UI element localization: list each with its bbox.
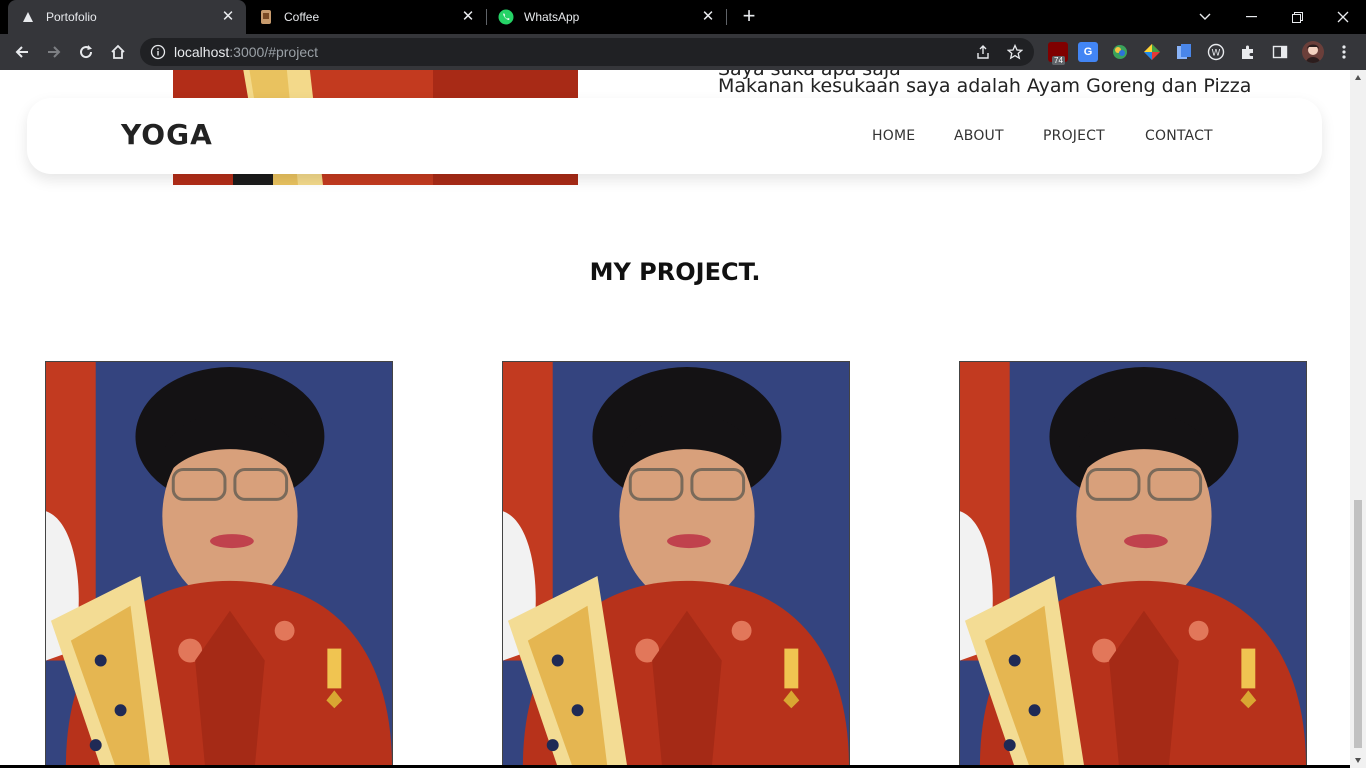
wappalyzer-icon[interactable]: W [1206,42,1226,62]
browser-tab-strip: Portofolio ✕ Coffee ✕ WhatsApp ✕ + [0,0,1366,34]
share-icon[interactable] [974,43,992,61]
kebab-menu-icon[interactable] [1334,42,1354,62]
nav-contact[interactable]: CONTACT [1145,128,1213,144]
tab-title: WhatsApp [524,10,580,24]
close-tab-icon[interactable]: ✕ [220,9,236,25]
restore-button[interactable] [1274,0,1320,34]
back-button[interactable] [8,38,36,66]
close-tab-icon[interactable]: ✕ [700,9,716,25]
tab-portofolio[interactable]: Portofolio ✕ [8,0,246,34]
sidebar-icon[interactable] [1270,42,1290,62]
browser-toolbar: localhost:3000/#project 74 G W [0,34,1366,70]
docs-icon[interactable] [1174,42,1194,62]
portrait-photo [46,362,392,767]
close-window-button[interactable] [1320,0,1366,34]
tab-whatsapp[interactable]: WhatsApp ✕ [486,0,726,34]
arrow-right-icon [48,46,61,58]
close-tab-icon[interactable]: ✕ [460,9,476,25]
page-scrollbar[interactable] [1350,70,1366,768]
tab-title: Portofolio [46,10,97,24]
whatsapp-icon [498,9,514,25]
google-translate-icon[interactable]: G [1078,42,1098,62]
arrow-left-icon [15,46,28,58]
home-icon [111,44,125,59]
forward-button[interactable] [40,38,68,66]
project-image[interactable] [45,361,393,768]
home-button[interactable] [104,38,132,66]
page-viewport: Saya suka apa saja Makanan kesukaan saya… [0,70,1366,768]
coffee-icon [258,9,274,25]
colorzilla-icon[interactable] [1142,42,1162,62]
tab-coffee[interactable]: Coffee ✕ [246,0,486,34]
nav-home[interactable]: HOME [872,128,915,144]
tab-divider [726,9,727,25]
tab-search-button[interactable] [1182,0,1228,34]
address-bar[interactable]: localhost:3000/#project [140,38,1034,66]
ublock-badge: 74 [1052,56,1065,65]
scroll-up-icon [1355,75,1361,80]
site-info-icon[interactable] [150,44,166,60]
reload-button[interactable] [72,38,100,66]
nav-project[interactable]: PROJECT [1043,128,1105,144]
puzzle-icon[interactable] [1238,42,1258,62]
reload-icon [80,45,93,59]
scroll-down-icon [1355,758,1361,763]
tab-title: Coffee [284,10,320,24]
chevron-down-icon [1199,13,1211,20]
portrait-photo [503,362,849,767]
brand-logo[interactable]: YOGA [121,118,213,151]
site-navbar: YOGA HOME ABOUT PROJECT CONTACT [27,98,1322,174]
project-section-title: MY PROJECT. [589,258,761,286]
new-tab-button[interactable]: + [737,5,761,29]
profile-avatar[interactable] [1302,41,1324,63]
scrollbar-thumb[interactable] [1354,500,1362,748]
bookmark-star-icon[interactable] [1006,43,1024,61]
nav-about[interactable]: ABOUT [954,128,1004,144]
about-text-food: Makanan kesukaan saya adalah Ayam Goreng… [718,75,1252,97]
ublock-icon[interactable]: 74 [1048,42,1068,65]
project-image[interactable] [502,361,850,768]
url-path: :3000/#project [229,44,318,60]
portrait-photo [960,362,1306,767]
url-text: localhost:3000/#project [174,44,318,60]
color-picker-icon[interactable] [1110,42,1130,62]
minimize-button[interactable] [1228,0,1274,34]
project-image[interactable] [959,361,1307,768]
vercel-icon [20,9,36,25]
url-host: localhost [174,44,230,60]
svg-text:W: W [1212,49,1221,59]
